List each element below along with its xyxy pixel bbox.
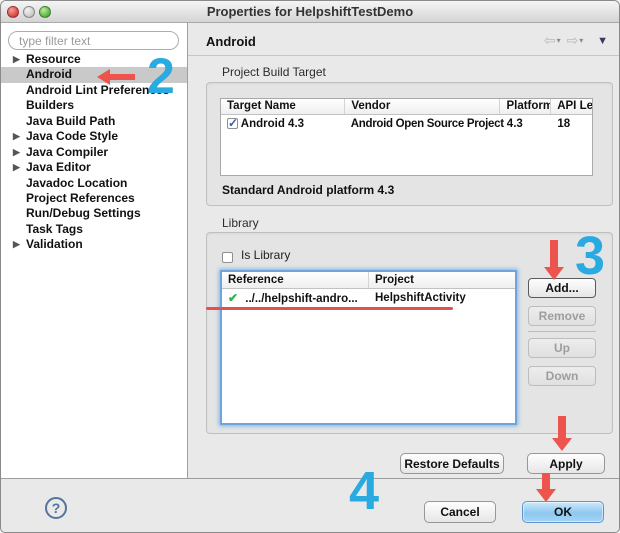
disclosure-triangle-icon[interactable]: ▶ (13, 160, 20, 175)
bottom-divider (1, 478, 619, 479)
build-target-group-label: Project Build Target (222, 65, 326, 79)
reference-path: ../../helpshift-andro... (245, 292, 358, 305)
close-icon[interactable] (7, 6, 19, 18)
sidebar-item-java-compiler[interactable]: ▶ Java Compiler (1, 145, 187, 160)
platform: 4.3 (506, 117, 523, 130)
column-header[interactable]: Vendor (345, 99, 501, 114)
view-menu-icon[interactable]: ▼ (597, 35, 609, 47)
forward-dropdown-icon[interactable]: ▾ (579, 36, 584, 45)
sidebar-item-validation[interactable]: ▶ Validation (1, 237, 187, 252)
up-button: Up (528, 338, 596, 358)
column-header[interactable]: Project (369, 272, 515, 288)
sidebar-item-java-build-path[interactable]: Java Build Path (1, 114, 187, 129)
build-target-summary: Standard Android platform 4.3 (222, 183, 395, 197)
apply-button[interactable]: Apply (527, 453, 605, 474)
reference-project: HelpshiftActivity (375, 291, 466, 304)
disclosure-triangle-icon[interactable]: ▶ (13, 52, 20, 67)
cancel-button[interactable]: Cancel (424, 501, 496, 523)
sidebar-item-run-debug-settings[interactable]: Run/Debug Settings (1, 206, 187, 221)
help-button[interactable]: ? (45, 497, 67, 519)
title-bar: Properties for HelpshiftTestDemo (1, 1, 619, 23)
step3-arrow-icon (544, 267, 564, 280)
column-header[interactable]: Reference (222, 272, 369, 288)
column-header[interactable]: Target Name (221, 99, 346, 114)
vendor: Android Open Source Project (350, 117, 504, 130)
button-divider (528, 331, 596, 332)
sidebar-item-javadoc-location[interactable]: Javadoc Location (1, 176, 187, 191)
disclosure-triangle-icon[interactable]: ▶ (13, 129, 20, 144)
column-header[interactable]: Platform (500, 99, 552, 114)
target-name: Android 4.3 (240, 117, 305, 130)
sidebar-item-java-code-style[interactable]: ▶ Java Code Style (1, 129, 187, 144)
table-row[interactable]: Android 4.3 Android Open Source Project … (221, 115, 592, 132)
restore-defaults-button[interactable]: Restore Defaults (400, 453, 504, 474)
ok-button[interactable]: OK (522, 501, 604, 523)
step3-number: 3 (575, 226, 606, 286)
down-button: Down (528, 366, 596, 386)
column-header[interactable]: API Le (551, 99, 592, 114)
minimize-icon[interactable] (23, 6, 35, 18)
library-group-label: Library (222, 216, 259, 230)
header-nav: ⇦▾ ⇨▾ ▼ (544, 32, 609, 49)
apply-arrow-icon (552, 438, 572, 451)
back-icon[interactable]: ⇦ (544, 32, 557, 48)
library-table-header: Reference Project (222, 272, 515, 289)
reference-underline-annotation (206, 307, 453, 310)
step3-arrow-shaft (550, 240, 558, 268)
properties-dialog: Properties for HelpshiftTestDemo ▶ Resou… (0, 0, 620, 533)
back-dropdown-icon[interactable]: ▾ (557, 36, 562, 45)
sidebar-item-java-editor[interactable]: ▶ Java Editor (1, 160, 187, 175)
forward-icon[interactable]: ⇨ (566, 32, 579, 48)
sidebar-item-task-tags[interactable]: Task Tags (1, 222, 187, 237)
disclosure-triangle-icon[interactable]: ▶ (13, 145, 20, 160)
library-references-table[interactable]: Reference Project ✔ ../../helpshift-andr… (220, 270, 517, 425)
remove-button: Remove (528, 306, 596, 326)
step2-number: 2 (147, 48, 175, 104)
library-reference-row[interactable]: ✔ ../../helpshift-andro... HelpshiftActi… (222, 289, 515, 306)
window-title: Properties for HelpshiftTestDemo (206, 4, 414, 19)
green-check-icon: ✔ (228, 290, 239, 305)
build-target-table-header: Target Name Vendor Platform API Le (221, 99, 592, 115)
ok-arrow-shaft (542, 473, 550, 490)
sidebar-item-project-references[interactable]: Project References (1, 191, 187, 206)
disclosure-triangle-icon[interactable]: ▶ (13, 237, 20, 252)
step4-number: 4 (349, 461, 380, 521)
api-level: 18 (557, 117, 571, 130)
checked-checkbox-icon[interactable] (227, 116, 238, 130)
step2-arrow-shaft (109, 74, 135, 80)
page-title: Android (206, 34, 256, 49)
apply-arrow-shaft (558, 416, 566, 439)
ok-arrow-icon (536, 489, 556, 502)
zoom-icon[interactable] (39, 6, 51, 18)
is-library-checkbox[interactable] (222, 252, 233, 263)
build-target-table[interactable]: Target Name Vendor Platform API Le Andro… (220, 98, 593, 176)
is-library-label: Is Library (241, 248, 291, 262)
